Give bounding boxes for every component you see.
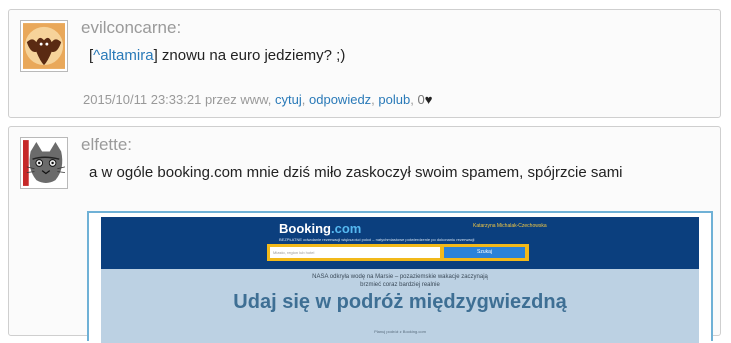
avatar[interactable]: [20, 137, 68, 189]
booking-user-name: Katarzyna Michalak-Czechowska: [473, 223, 547, 229]
comment-body: a w ogóle booking.com mnie dziś miło zas…: [89, 164, 623, 181]
booking-subline: Planuj podróż z Booking.com: [374, 329, 426, 334]
booking-search-button: Szukaj: [444, 247, 525, 258]
like-link[interactable]: polub: [378, 92, 410, 107]
comment-body: znowu na euro jedziemy? ;): [157, 47, 346, 64]
embedded-screenshot[interactable]: Booking.com Katarzyna Michalak-Czechowsk…: [87, 211, 713, 343]
cite-link[interactable]: cytuj: [275, 92, 302, 107]
comment-card: elfette: a w ogóle booking.com mnie dziś…: [8, 126, 721, 343]
booking-promo-text: NASA odkryła wodę na Marsie – pozaziemsk…: [312, 274, 488, 288]
avatar[interactable]: [20, 20, 68, 72]
comment-text: [^altamira] znowu na euro jedziemy? ;): [89, 47, 345, 64]
comment-meta: 2015/10/11 23:33:21 przez www, cytuj, od…: [83, 92, 433, 107]
booking-promo-banner: NASA odkryła wodę na Marsie – pozaziemsk…: [101, 269, 699, 343]
author-source: przez www,: [204, 92, 272, 107]
username[interactable]: elfette:: [81, 135, 132, 155]
timestamp: 2015/10/11 23:33:21: [83, 92, 202, 107]
booking-header: Booking.com Katarzyna Michalak-Czechowsk…: [101, 217, 699, 269]
heart-icon: ♥: [424, 92, 433, 107]
like-count: 0: [417, 92, 425, 107]
bat-avatar-icon: [23, 23, 65, 69]
cat-avatar-icon: [23, 140, 65, 186]
booking-tagline: BEZPŁATNE odwołanie rezerwacji większośc…: [279, 237, 475, 242]
username[interactable]: evilconcarne:: [81, 18, 181, 38]
reply-link[interactable]: odpowiedz: [309, 92, 371, 107]
comment-card: evilconcarne: [^altamira] znowu na euro …: [8, 9, 721, 118]
booking-logo: Booking.com: [279, 221, 362, 236]
booking-search-bar: Miasto, region lub hotel Szukaj: [267, 244, 529, 261]
reply-to-link[interactable]: ^altamira: [93, 47, 153, 64]
booking-search-input: Miasto, region lub hotel: [270, 247, 440, 258]
booking-headline: Udaj się w podróż międzygwiezdną: [233, 291, 567, 313]
